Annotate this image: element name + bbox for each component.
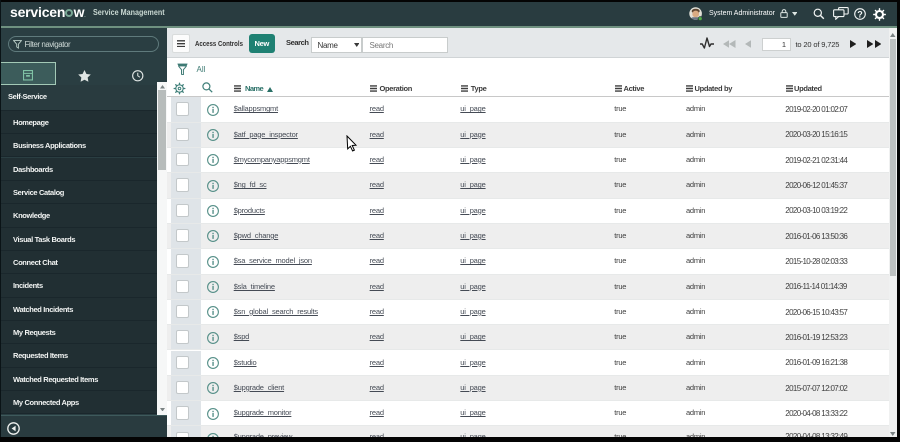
svg-text:?: ? [857,9,863,19]
